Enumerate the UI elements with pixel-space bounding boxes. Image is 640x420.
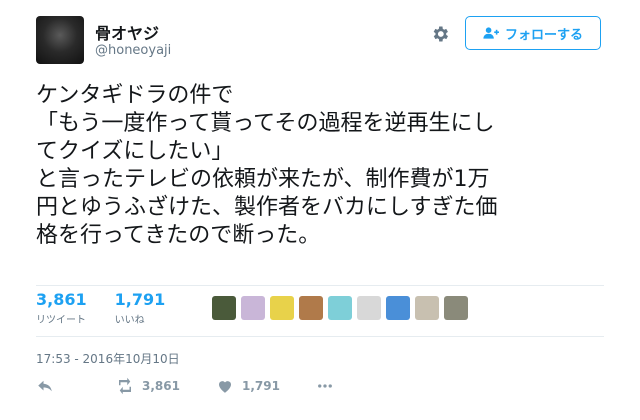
like-label: いいね <box>114 315 145 326</box>
reply-button[interactable] <box>36 377 54 395</box>
like-count: 1,791 <box>114 290 166 309</box>
liker-avatar[interactable] <box>386 296 410 320</box>
liker-avatar[interactable] <box>299 296 323 320</box>
add-user-icon <box>483 27 499 39</box>
more-icon <box>318 384 332 388</box>
divider <box>36 285 604 286</box>
divider <box>36 336 604 337</box>
retweet-action-count: 3,861 <box>142 379 180 393</box>
user-handle[interactable]: @honeoyaji <box>95 43 171 58</box>
heart-icon <box>218 381 231 393</box>
follow-button[interactable]: フォローする <box>465 16 601 50</box>
tweet-actions: 3,861 1,791 <box>36 377 334 395</box>
liker-avatars <box>212 296 468 320</box>
liker-avatar[interactable] <box>241 296 265 320</box>
liker-avatar[interactable] <box>444 296 468 320</box>
reply-icon <box>38 380 52 392</box>
liker-avatar[interactable] <box>415 296 439 320</box>
tweet-stats: 3,861 リツイート 1,791 いいね <box>36 290 193 326</box>
retweet-button[interactable]: 3,861 <box>116 377 180 395</box>
liker-avatar[interactable] <box>270 296 294 320</box>
gear-icon[interactable] <box>430 24 450 44</box>
liker-avatar[interactable] <box>328 296 352 320</box>
tweet-text: ケンタギドラの件で 「もう一度作って貰ってその過程を逆再生にし てクイズにしたい… <box>36 83 498 248</box>
avatar[interactable] <box>36 16 84 64</box>
retweet-label: リツイート <box>36 315 86 326</box>
user-name[interactable]: 骨オヤジ <box>95 20 159 44</box>
more-button[interactable] <box>316 377 334 395</box>
like-action-count: 1,791 <box>241 379 280 393</box>
tweet-timestamp[interactable]: 17:53 - 2016年10月10日 <box>36 350 180 367</box>
retweet-count: 3,861 <box>36 290 87 309</box>
like-stat[interactable]: 1,791 いいね <box>115 290 166 326</box>
retweet-stat[interactable]: 3,861 リツイート <box>36 290 87 326</box>
retweet-icon <box>119 377 131 395</box>
liker-avatar[interactable] <box>357 296 381 320</box>
liker-avatar[interactable] <box>212 296 236 320</box>
follow-button-label: フォローする <box>504 27 583 43</box>
like-button[interactable]: 1,791 <box>216 377 280 395</box>
